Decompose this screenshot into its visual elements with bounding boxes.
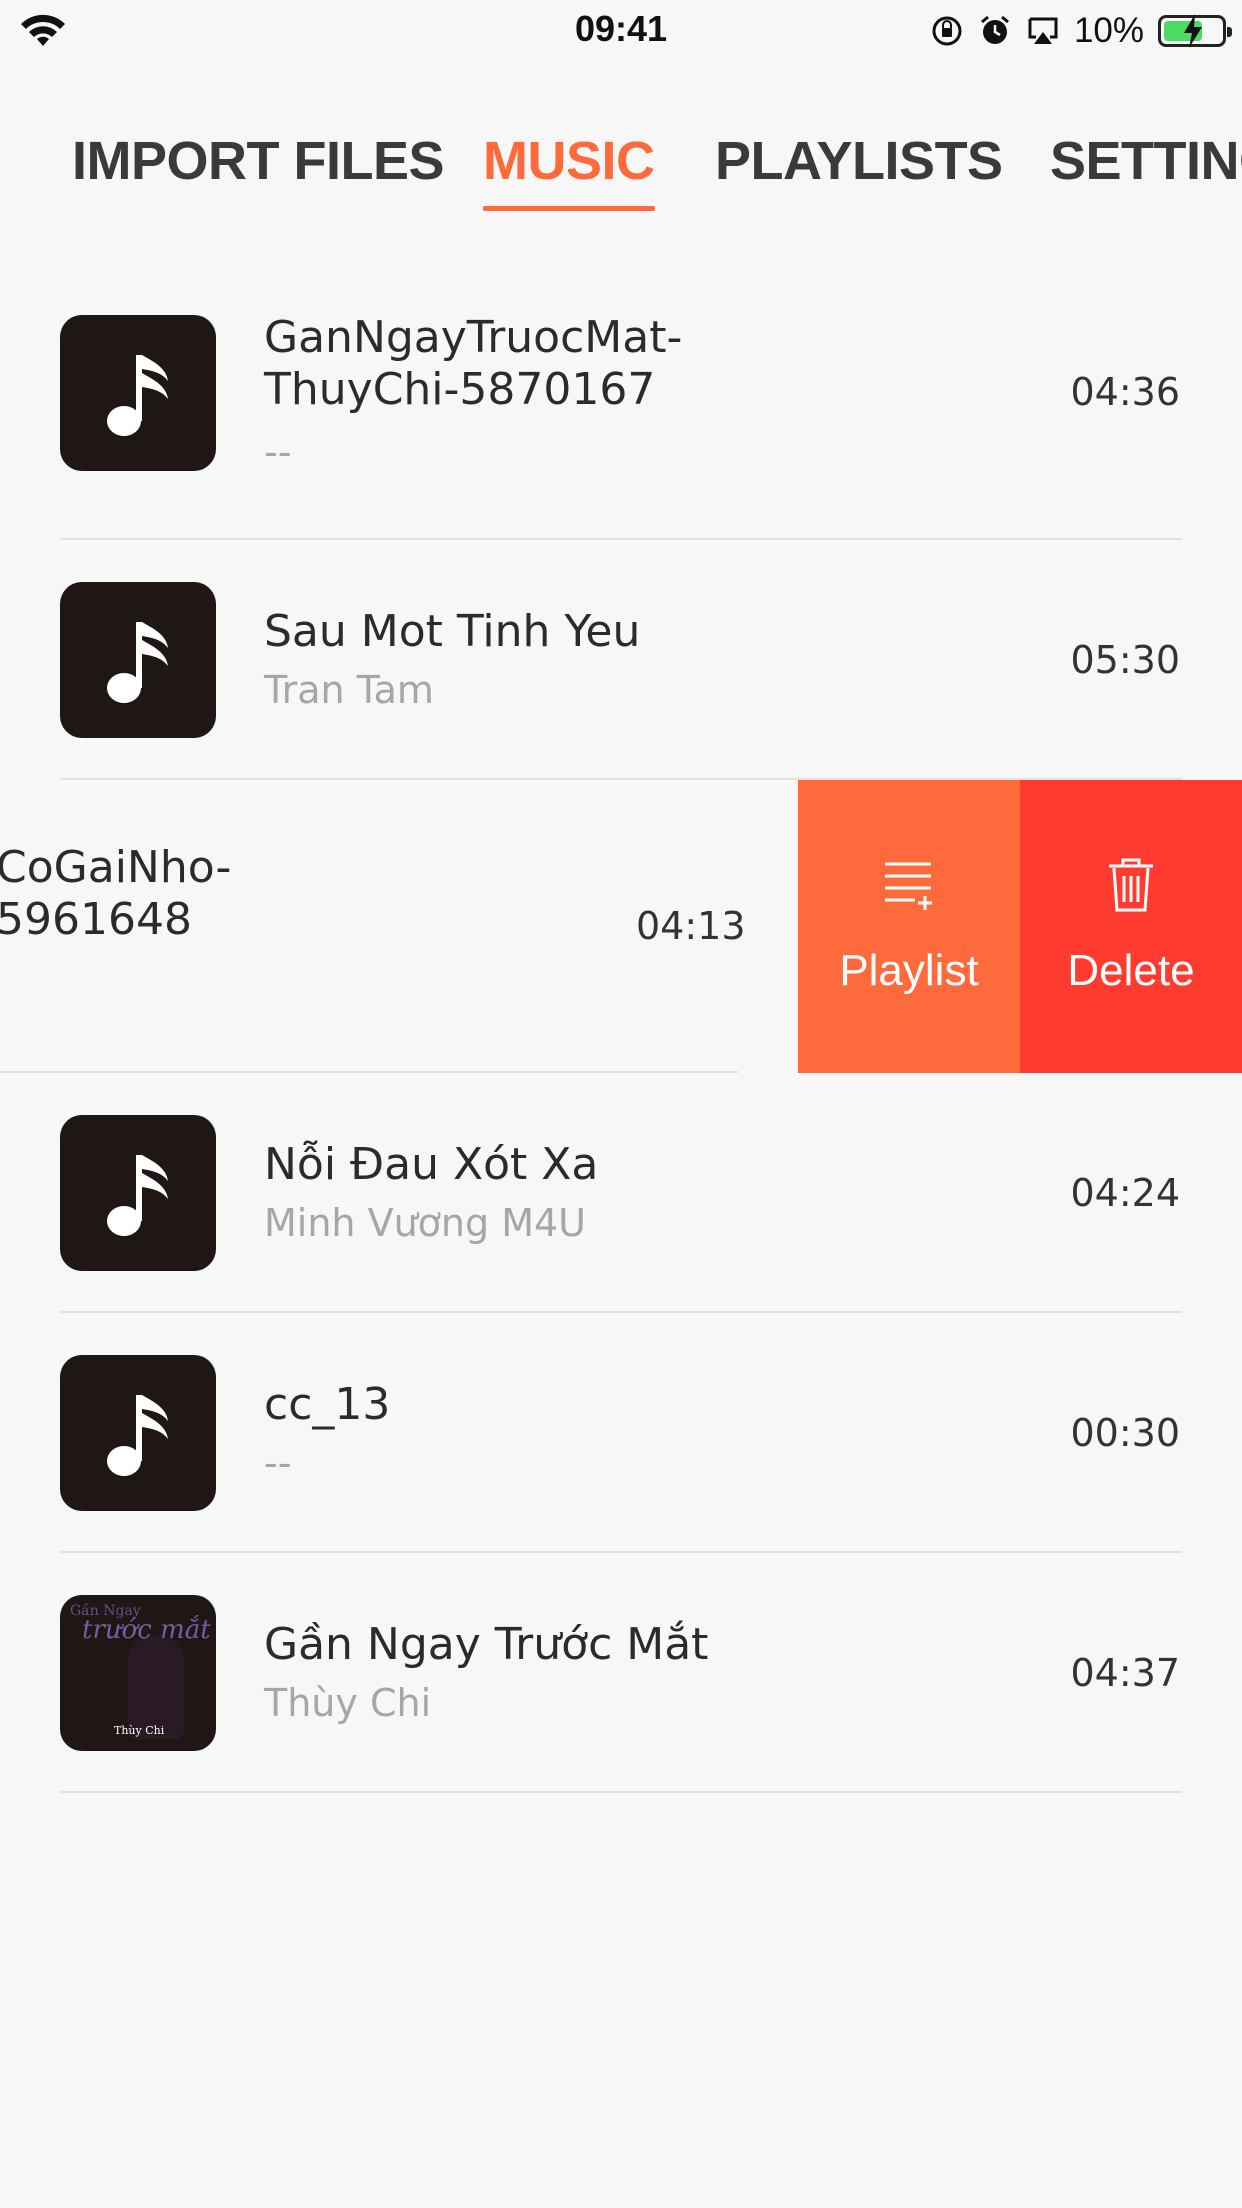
song-duration: 04:36 (1070, 370, 1180, 414)
song-thumbnail (60, 582, 216, 738)
active-tab-indicator (483, 206, 655, 211)
tab-music[interactable]: MUSIC (483, 130, 655, 211)
status-bar: 09:41 10% (0, 0, 1242, 60)
song-artist: -- (264, 430, 292, 474)
trash-icon (1109, 858, 1153, 912)
song-row-swiped[interactable]: CoGaiNho- 5961648 04:13 Playlist Delete (0, 780, 1242, 1073)
song-thumbnail (60, 1115, 216, 1271)
song-duration: 00:30 (1070, 1411, 1180, 1455)
song-thumbnail (60, 315, 216, 471)
song-duration: 04:13 (636, 904, 746, 948)
tab-import-files[interactable]: IMPORT FILES (72, 130, 445, 192)
add-to-playlist-button[interactable]: Playlist (798, 780, 1020, 1073)
row-divider (60, 1791, 1182, 1793)
song-title: Gần Ngay Trước Mắt (264, 1619, 709, 1670)
song-row[interactable]: GanNgayTruocMat- ThuyChi-5870167 -- 04:3… (0, 270, 1242, 540)
song-artist: Minh Vương M4U (264, 1201, 586, 1245)
song-row[interactable]: cc_13 -- 00:30 (0, 1313, 1242, 1553)
music-note-icon (107, 1155, 168, 1236)
song-artist: -- (264, 1441, 292, 1485)
music-note-icon (107, 355, 168, 436)
song-row[interactable]: Gần Ngay trước mắt Thùy Chi Gần Ngay Trư… (0, 1553, 1242, 1793)
battery-icon (1158, 14, 1232, 48)
alarm-icon (980, 15, 1009, 44)
album-art-artist: Thùy Chi (114, 1724, 165, 1737)
playlist-label: Playlist (839, 946, 979, 995)
song-duration: 04:24 (1070, 1171, 1180, 1215)
music-note-icon (107, 1395, 168, 1476)
battery-percent: 10% (1073, 11, 1144, 50)
song-duration: 05:30 (1070, 638, 1180, 682)
tab-playlists[interactable]: PLAYLISTS (715, 130, 1003, 192)
album-art-script: trước mắt (82, 1615, 211, 1645)
playlist-add-icon (885, 862, 932, 910)
tab-settings[interactable]: SETTINGS (1050, 130, 1242, 192)
tab-bar: IMPORT FILES MUSIC PLAYLISTS SETTINGS (0, 130, 1242, 230)
song-title: GanNgayTruocMat- ThuyChi-5870167 (264, 312, 683, 415)
song-title: CoGaiNho- 5961648 (0, 842, 232, 945)
song-artist: Thùy Chi (264, 1681, 432, 1725)
song-title: Sau Mot Tinh Yeu (264, 606, 641, 657)
song-thumbnail (60, 1355, 216, 1511)
song-duration: 04:37 (1070, 1651, 1180, 1695)
album-art: Gần Ngay trước mắt Thùy Chi (60, 1595, 216, 1751)
song-row[interactable]: Nỗi Đau Xót Xa Minh Vương M4U 04:24 (0, 1073, 1242, 1313)
song-title: Nỗi Đau Xót Xa (264, 1139, 599, 1190)
song-title: cc_13 (264, 1379, 391, 1430)
song-artist: Tran Tam (264, 668, 434, 712)
song-row-content[interactable]: CoGaiNho- 5961648 04:13 (0, 780, 798, 1073)
delete-button[interactable]: Delete (1020, 780, 1242, 1073)
orientation-lock-icon (932, 16, 962, 46)
song-row[interactable]: Sau Mot Tinh Yeu Tran Tam 05:30 (0, 540, 1242, 780)
music-note-icon (107, 622, 168, 703)
airplay-icon (1028, 17, 1058, 44)
delete-label: Delete (1067, 946, 1195, 995)
